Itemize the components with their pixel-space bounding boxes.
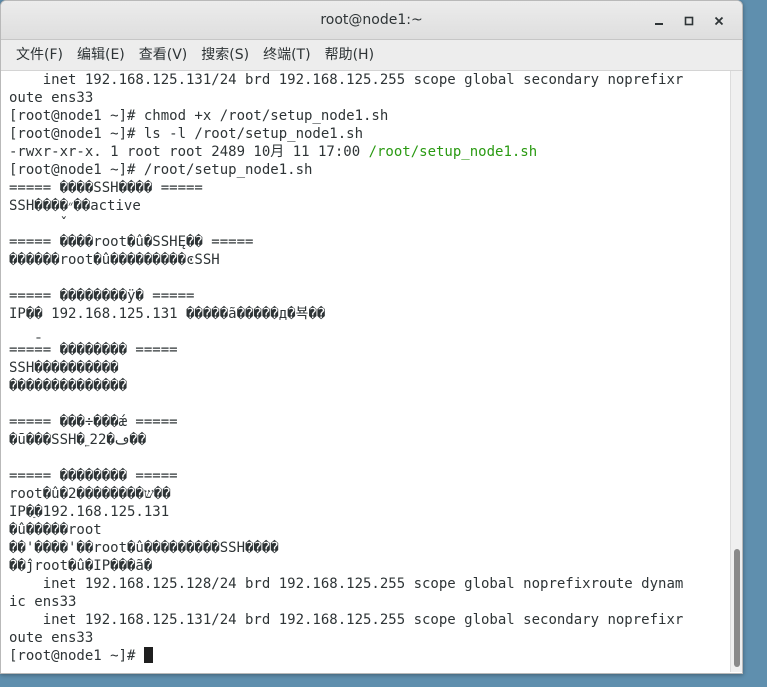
- minimize-icon: [655, 23, 663, 25]
- executable-file-name: /root/setup_node1.sh: [368, 144, 538, 160]
- terminal-line-text: -rwxr-xr-x. 1 root root 2489 10月 11 17:0…: [9, 144, 369, 160]
- scrollbar-thumb[interactable]: [734, 549, 740, 667]
- terminal-line-text: root�û�2��������ש��: [9, 486, 171, 502]
- terminal-line-text: ������root�û���������ͼSSH: [9, 252, 220, 268]
- terminal-line-text: [root@node1 ~]# ls -l /root/setup_node1.…: [9, 126, 364, 142]
- terminal-line: IP�ַ�192.168.125.131: [9, 503, 730, 521]
- terminal-line: ������root�û���������ͼSSH: [9, 251, 730, 269]
- terminal-line: ic ens33: [9, 593, 730, 611]
- terminal-line: ===== ���÷���ǽ =====: [9, 413, 730, 431]
- terminal-line-text: ===== �������� =====: [9, 468, 178, 484]
- menu-bar: 文件(F) 编辑(E) 查看(V) 搜索(S) 终端(T) 帮助(H): [1, 40, 742, 71]
- terminal-line-text: inet 192.168.125.131/24 brd 192.168.125.…: [9, 612, 684, 628]
- terminal-line-text: [root@node1 ~]# /root/setup_node1.sh: [9, 162, 313, 178]
- window-title: root@node1:~: [320, 12, 423, 28]
- menu-search[interactable]: 搜索(S): [194, 40, 256, 70]
- terminal-line: ̱: [9, 323, 730, 341]
- terminal-line-text: ��'����'��root�û���������SSH����: [9, 540, 279, 556]
- terminal-line-text: SSH����״��active: [9, 198, 141, 214]
- menu-edit[interactable]: 编辑(E): [70, 40, 132, 70]
- terminal-line: ̌: [9, 215, 730, 233]
- terminal-line: inet 192.168.125.131/24 brd 192.168.125.…: [9, 71, 730, 89]
- terminal-line-text: ===== �������� =====: [9, 342, 178, 358]
- close-icon: [714, 16, 724, 26]
- terminal-window: root@node1:~ 文件(F) 编辑(E) 查看(V) 搜索(S) 终端(…: [0, 0, 743, 674]
- title-bar[interactable]: root@node1:~: [1, 1, 742, 40]
- terminal-line-text: IP�ַ�192.168.125.131: [9, 504, 170, 520]
- terminal-line-text: ic ens33: [9, 594, 77, 610]
- terminal-line: ===== �������� =====: [9, 467, 730, 485]
- terminal-line: SSH����������: [9, 359, 730, 377]
- terminal-text: inet 192.168.125.131/24 brd 192.168.125.…: [1, 71, 730, 665]
- menu-terminal[interactable]: 终端(T): [256, 40, 317, 70]
- text-cursor: [143, 647, 153, 663]
- terminal-line: ��������������: [9, 377, 730, 395]
- maximize-icon: [684, 16, 694, 26]
- terminal-line-text: �ū���SSH�˿ڡ�22��: [9, 432, 147, 448]
- minimize-button[interactable]: [646, 10, 672, 32]
- terminal-line-text: ��ĵroot�û�IP���ã�: [9, 558, 153, 574]
- window-controls: [646, 10, 732, 32]
- terminal-line: [root@node1 ~]# ls -l /root/setup_node1.…: [9, 125, 730, 143]
- terminal-line-text: ===== ����SSH���� =====: [9, 180, 203, 196]
- terminal-line: root�û�2��������ש��: [9, 485, 730, 503]
- terminal-line: IP�� 192.168.125.131 �����ã�����д�뵥��: [9, 305, 730, 323]
- menu-help[interactable]: 帮助(H): [318, 40, 381, 70]
- close-button[interactable]: [706, 10, 732, 32]
- terminal-line-text: inet 192.168.125.131/24 brd 192.168.125.…: [9, 72, 684, 88]
- menu-file[interactable]: 文件(F): [9, 40, 70, 70]
- terminal-line: [root@node1 ~]#: [9, 647, 730, 665]
- terminal-line-text: ===== ���÷���ǽ =====: [9, 414, 178, 430]
- terminal-line: inet 192.168.125.128/24 brd 192.168.125.…: [9, 575, 730, 593]
- terminal-line: ��'����'��root�û���������SSH����: [9, 539, 730, 557]
- terminal-line: oute ens33: [9, 89, 730, 107]
- terminal-line: �ū���SSH�˿ڡ�22��: [9, 431, 730, 449]
- terminal-line-text: ��������������: [9, 378, 128, 394]
- terminal-line: ===== ����root�û�SSHĘ�� =====: [9, 233, 730, 251]
- terminal-line: oute ens33: [9, 629, 730, 647]
- menu-view[interactable]: 查看(V): [132, 40, 195, 70]
- terminal-line-text: oute ens33: [9, 630, 94, 646]
- maximize-button[interactable]: [676, 10, 702, 32]
- terminal-line-text: oute ens33: [9, 90, 94, 106]
- terminal-line-text: SSH����������: [9, 360, 119, 376]
- terminal-line: -rwxr-xr-x. 1 root root 2489 10月 11 17:0…: [9, 143, 730, 161]
- terminal-line-text: ===== ����root�û�SSHĘ�� =====: [9, 234, 254, 250]
- vertical-scrollbar[interactable]: [730, 71, 742, 672]
- terminal-line: ===== ����SSH���� =====: [9, 179, 730, 197]
- terminal-line: �û�����root: [9, 521, 730, 539]
- terminal-line: ��ĵroot�û�IP���ã�: [9, 557, 730, 575]
- terminal-line-text: �û�����root: [9, 522, 102, 538]
- terminal-line-text: ̱: [9, 324, 35, 340]
- terminal-line-text: [root@node1 ~]# chmod +x /root/setup_nod…: [9, 108, 389, 124]
- terminal-line: ===== ��������ӱ� =====: [9, 287, 730, 305]
- terminal-line: [root@node1 ~]# /root/setup_node1.sh: [9, 161, 730, 179]
- terminal-line: SSH����״��active: [9, 197, 730, 215]
- terminal-output[interactable]: inet 192.168.125.131/24 brd 192.168.125.…: [1, 71, 730, 672]
- terminal-line: [root@node1 ~]# chmod +x /root/setup_nod…: [9, 107, 730, 125]
- terminal-line: ===== �������� =====: [9, 341, 730, 359]
- terminal-line: inet 192.168.125.131/24 brd 192.168.125.…: [9, 611, 730, 629]
- terminal-line-text: [root@node1 ~]#: [9, 648, 144, 664]
- terminal-line-text: ̌: [9, 216, 60, 232]
- terminal-line-text: inet 192.168.125.128/24 brd 192.168.125.…: [9, 576, 684, 592]
- terminal-line-text: IP�� 192.168.125.131 �����ã�����д�뵥��: [9, 306, 326, 322]
- terminal-line-text: ===== ��������ӱ� =====: [9, 288, 195, 304]
